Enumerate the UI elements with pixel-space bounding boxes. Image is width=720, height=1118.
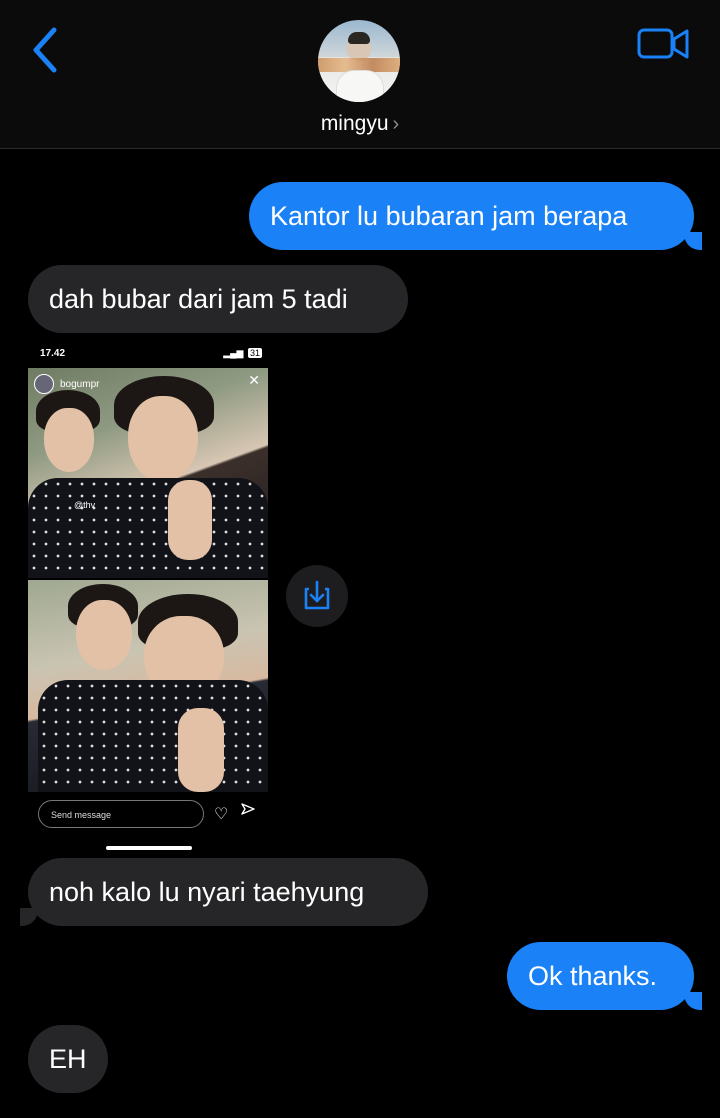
chevron-left-icon xyxy=(33,27,57,73)
contact-name-label: mingyu xyxy=(320,112,389,135)
message-text: Kantor lu bubaran jam berapa xyxy=(270,201,628,231)
message-bubble-incoming[interactable]: dah bubar dari jam 5 tadi xyxy=(28,265,408,333)
conversation-header: mingyu › xyxy=(0,0,720,149)
status-icons: ▂▄▆ 31 xyxy=(223,348,262,359)
paper-plane-icon xyxy=(240,802,256,822)
home-indicator xyxy=(106,846,192,850)
video-call-button[interactable] xyxy=(636,24,692,64)
chevron-right-icon: › xyxy=(392,113,400,135)
save-image-button[interactable] xyxy=(286,565,348,627)
story-photo-top: bogumpr ✕ @thv xyxy=(28,368,268,578)
message-text: EH xyxy=(49,1044,87,1074)
image-attachment[interactable]: 17.42 ▂▄▆ 31 bogumpr ✕ @thv Send message… xyxy=(28,342,270,856)
story-avatar xyxy=(34,374,54,394)
video-camera-icon xyxy=(637,28,689,59)
message-bubble-incoming[interactable]: EH xyxy=(28,1025,108,1093)
contact-name[interactable]: mingyu › xyxy=(0,112,720,136)
close-icon: ✕ xyxy=(248,372,260,388)
status-time: 17.42 xyxy=(40,348,66,359)
message-text: dah bubar dari jam 5 tadi xyxy=(49,284,348,314)
heart-icon: ♡ xyxy=(214,806,229,823)
story-username: bogumpr xyxy=(60,378,100,390)
battery-level: 31 xyxy=(247,348,262,358)
back-button[interactable] xyxy=(26,24,66,76)
message-bubble-outgoing[interactable]: Kantor lu bubaran jam berapa xyxy=(249,182,694,250)
contact-avatar[interactable] xyxy=(318,20,400,102)
message-text: Ok thanks. xyxy=(528,961,658,991)
message-bubble-outgoing[interactable]: Ok thanks. xyxy=(507,942,694,1010)
story-photo-bottom xyxy=(28,580,268,792)
send-message-field: Send message xyxy=(38,800,204,828)
message-text: noh kalo lu nyari taehyung xyxy=(49,877,365,907)
send-message-placeholder: Send message xyxy=(51,810,112,820)
story-header: bogumpr xyxy=(34,374,99,394)
message-bubble-incoming[interactable]: noh kalo lu nyari taehyung xyxy=(28,858,428,926)
signal-icon: ▂▄▆ xyxy=(223,348,244,358)
save-download-icon xyxy=(304,580,330,610)
mention-tag: @thv xyxy=(74,500,96,510)
